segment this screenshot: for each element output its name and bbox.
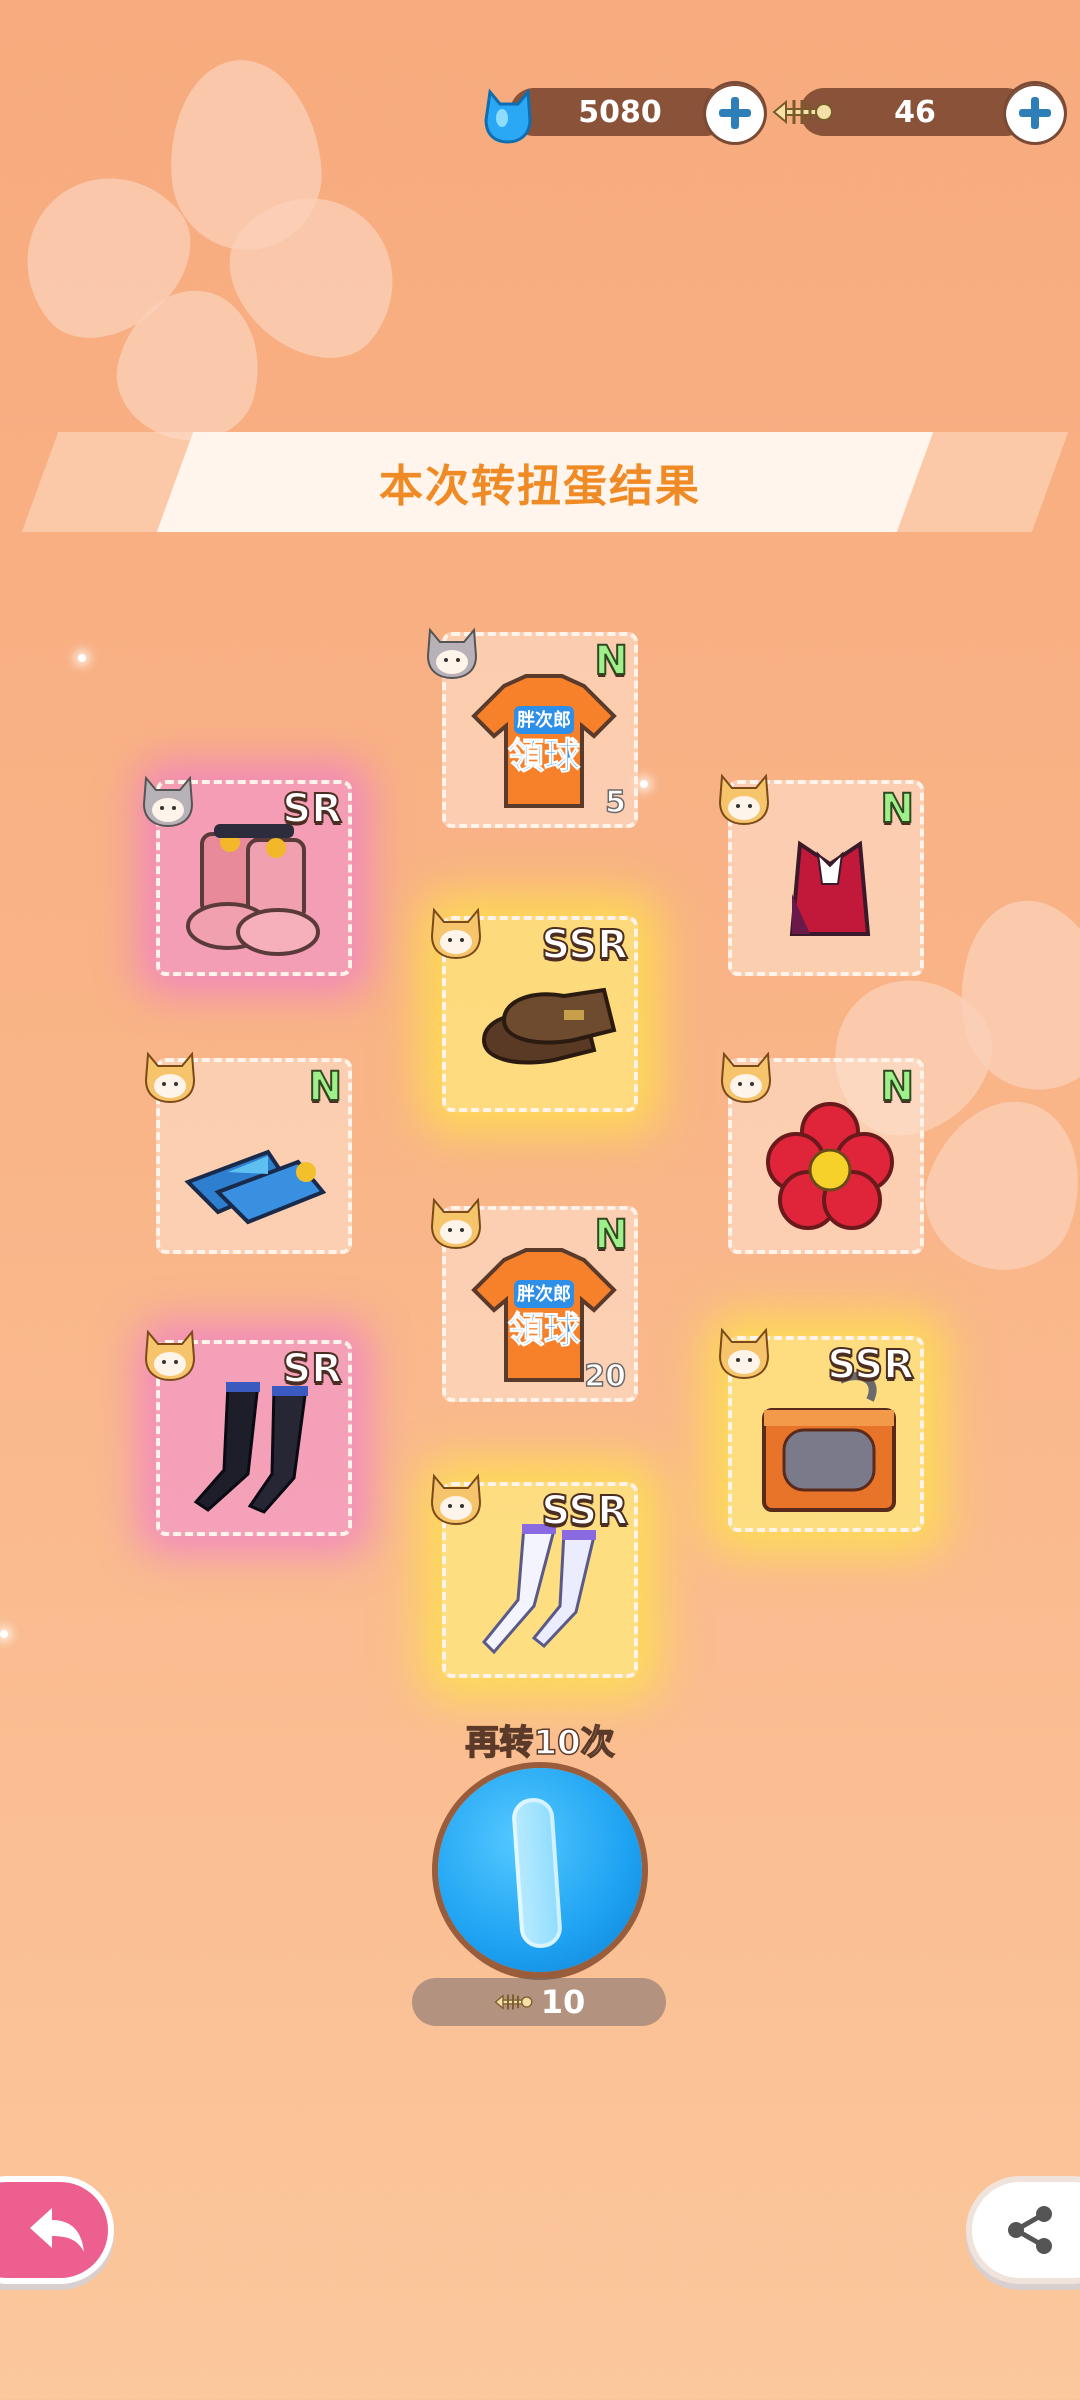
blonde-cat-avatar [144,1051,196,1104]
rarity-badge: N [594,1211,630,1259]
blonde-cat-avatar [718,1327,770,1380]
gem-balance: 5080 [578,94,662,130]
sparkle [78,654,86,662]
blonde-cat-avatar [144,1329,196,1382]
blonde-cat-avatar [430,907,482,960]
add-fish-button[interactable] [1006,84,1064,142]
sparkle [640,780,648,788]
spin-cost: 10 [540,1983,586,2021]
share-button[interactable] [972,2182,1080,2278]
plus-icon [1019,97,1051,129]
rarity-badge: SSR [540,921,629,969]
sparkle [0,1630,8,1638]
fish-balance: 46 [894,94,936,130]
blonde-cat-avatar [720,1051,772,1104]
blonde-cat-avatar [430,1197,482,1250]
capsule-handle-icon [510,1796,564,1950]
fish-balance-pill: 46 [800,88,1030,136]
gem-balance-pill: 5080 [510,88,730,136]
tshirt-text-line1: 胖次郎 [517,1283,571,1305]
white-stockings-icon [481,1524,596,1655]
back-button[interactable] [0,2182,108,2278]
brown-shoes-icon [481,987,617,1065]
cat-cabinet-icon [762,1372,896,1512]
rarity-badge: SSR [540,1487,629,1535]
rarity-badge: SR [281,1345,343,1393]
page-title: 本次转扭蛋结果 [379,461,701,512]
orange-tshirt-icon: 胖次郎 領球 [471,674,617,808]
fish-bone-icon [772,99,833,125]
share-icon [1008,2206,1052,2254]
rarity-badge: N [594,637,630,685]
tshirt-text-line2: 領球 [508,1309,581,1351]
rarity-badge: N [880,785,916,833]
spin-cost-pill: 10 [412,1978,666,2026]
tshirt-text-line2: 領球 [508,735,581,777]
blonde-cat-avatar [718,773,770,826]
tshirt-text-line1: 胖次郎 [517,709,571,731]
gray-haired-cat-avatar [426,627,478,680]
blue-cat-gem-icon [484,88,532,144]
plus-icon [719,97,751,129]
black-stockings-icon [193,1382,308,1514]
add-gems-button[interactable] [706,84,764,142]
gem-currency: 5080 [480,84,770,144]
blonde-cat-avatar [430,1473,482,1526]
item-quantity: 20 [584,1358,627,1395]
rarity-badge: N [880,1063,916,1111]
spin-again-label: 再转10次 [465,1722,616,1764]
red-flower-icon [766,1102,894,1230]
fish-currency: 46 [770,84,1070,142]
back-arrow-icon [30,2208,84,2252]
gray-haired-cat-avatar [142,775,194,828]
pink-boots-icon [186,824,320,956]
fish-bone-icon [494,1994,533,2010]
spin-again-button[interactable] [438,1768,642,1972]
rarity-badge: N [308,1063,344,1111]
rarity-badge: SSR [826,1341,915,1389]
item-quantity: 5 [604,784,626,821]
rarity-badge: SR [281,785,343,833]
blue-sandals-icon [184,1149,327,1225]
red-vest-icon [789,840,871,936]
